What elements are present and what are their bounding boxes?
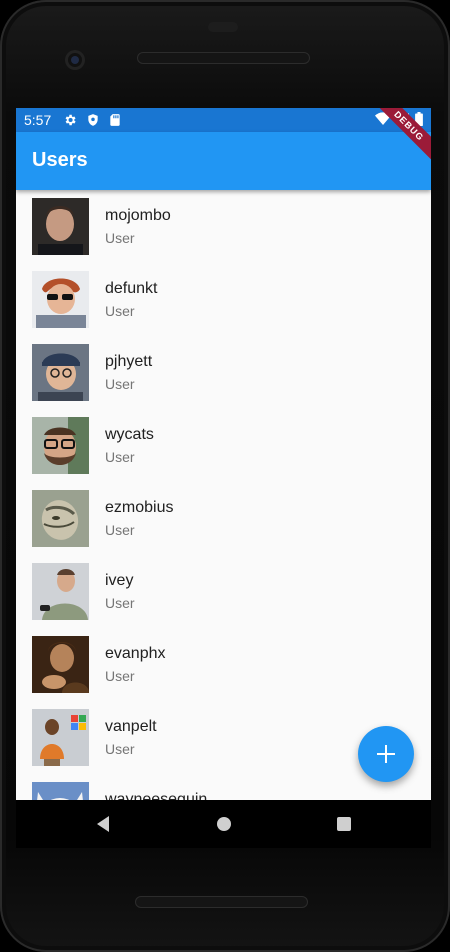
avatar (32, 344, 89, 401)
avatar (32, 271, 89, 328)
page-title: Users (32, 149, 88, 171)
user-role: User (105, 741, 135, 757)
user-name: wycats (105, 426, 154, 443)
user-name: defunkt (105, 280, 158, 297)
avatar (32, 417, 89, 474)
avatar (32, 198, 89, 255)
list-item[interactable]: ivey User (16, 555, 431, 628)
avatar (32, 636, 89, 693)
user-name: wayneeseguin (105, 791, 208, 800)
user-role: User (105, 230, 135, 246)
user-name: ezmobius (105, 499, 174, 516)
list-item[interactable]: mojombo User (16, 190, 431, 263)
avatar (32, 709, 89, 766)
user-role: User (105, 522, 135, 538)
recents-icon[interactable] (334, 814, 354, 834)
screen: 5:57 Users DEBUG mojombo User defunkt Us… (16, 108, 431, 800)
add-user-button[interactable] (358, 726, 414, 782)
user-name: evanphx (105, 645, 166, 662)
user-name: pjhyett (105, 353, 153, 370)
user-role: User (105, 303, 135, 319)
list-item[interactable]: wycats User (16, 409, 431, 482)
system-nav-bar (16, 800, 431, 848)
list-item[interactable]: evanphx User (16, 628, 431, 701)
app-bar: Users (16, 132, 431, 190)
user-role: User (105, 376, 135, 392)
list-item[interactable]: defunkt User (16, 263, 431, 336)
user-role: User (105, 595, 135, 611)
plus-icon (377, 745, 395, 763)
shield-icon (88, 114, 98, 126)
list-item[interactable]: wayneeseguin User (16, 774, 431, 800)
user-list[interactable]: mojombo User defunkt User pjhyett User w… (16, 190, 431, 800)
list-item[interactable]: pjhyett User (16, 336, 431, 409)
avatar (32, 782, 89, 800)
status-bar: 5:57 (16, 108, 431, 132)
phone-frame: 5:57 Users DEBUG mojombo User defunkt Us… (0, 0, 450, 952)
user-role: User (105, 449, 135, 465)
status-time: 5:57 (24, 112, 52, 128)
list-item[interactable]: ezmobius User (16, 482, 431, 555)
avatar (32, 563, 89, 620)
avatar (32, 490, 89, 547)
front-camera (65, 50, 85, 70)
home-icon[interactable] (214, 814, 234, 834)
back-icon[interactable] (94, 814, 114, 834)
bottom-speaker (135, 896, 308, 908)
user-name: ivey (105, 572, 134, 589)
gear-icon (65, 114, 76, 126)
earpiece-speaker (137, 52, 310, 64)
user-name: vanpelt (105, 718, 157, 735)
user-name: mojombo (105, 207, 171, 224)
proximity-sensor (208, 22, 238, 32)
sd-card-icon (110, 114, 120, 126)
user-role: User (105, 668, 135, 684)
